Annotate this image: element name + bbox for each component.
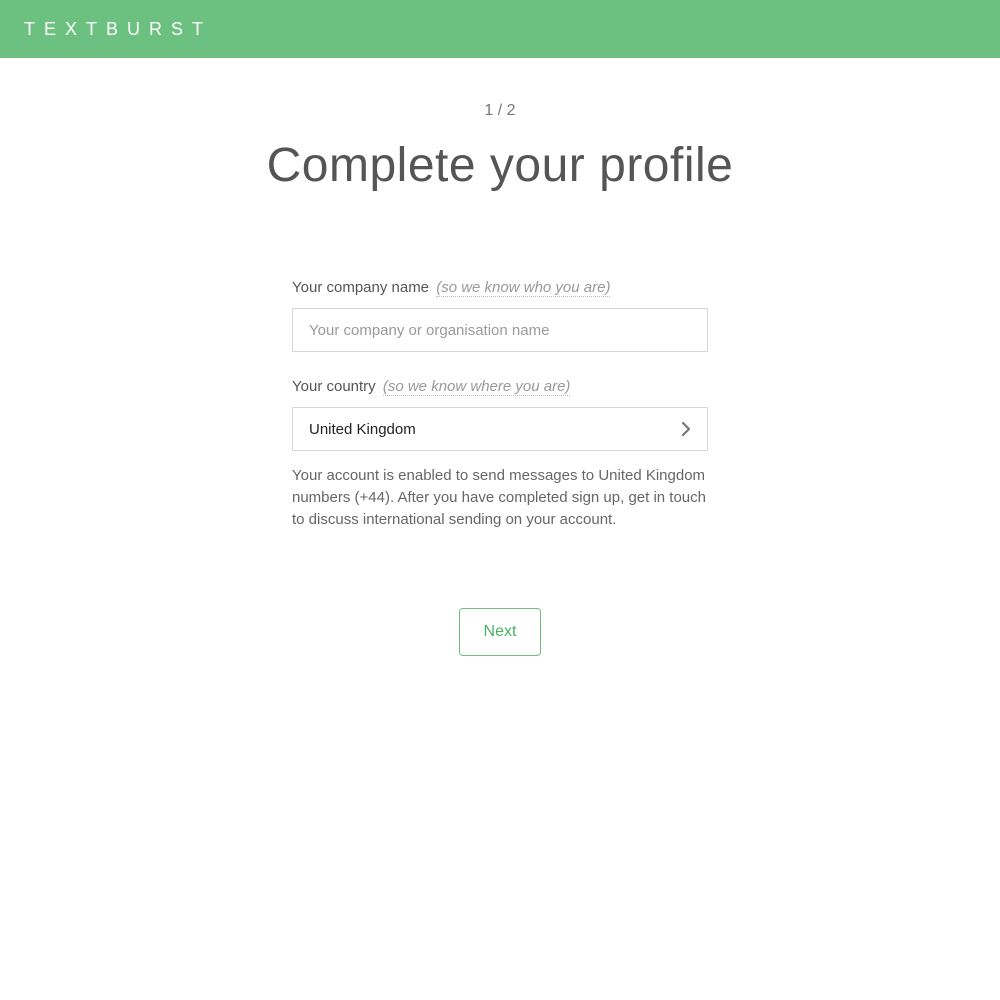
company-name-label: Your company name bbox=[292, 279, 429, 296]
country-label-row: Your country (so we know where you are) bbox=[292, 378, 708, 395]
next-button[interactable]: Next bbox=[459, 608, 542, 656]
profile-form: Your company name (so we know who you ar… bbox=[292, 279, 708, 656]
step-indicator: 1 / 2 bbox=[484, 102, 515, 120]
country-hint: (so we know where you are) bbox=[383, 378, 571, 396]
company-name-field-group: Your company name (so we know who you ar… bbox=[292, 279, 708, 352]
country-select[interactable]: United Kingdom bbox=[292, 407, 708, 451]
country-help-text: Your account is enabled to send messages… bbox=[292, 465, 708, 530]
country-field-group: Your country (so we know where you are) … bbox=[292, 378, 708, 530]
country-label: Your country bbox=[292, 378, 376, 395]
page-title: Complete your profile bbox=[267, 138, 734, 193]
company-name-label-row: Your company name (so we know who you ar… bbox=[292, 279, 708, 296]
company-name-input[interactable] bbox=[292, 308, 708, 352]
brand-logo: TEXTBURST bbox=[24, 19, 212, 40]
app-header: TEXTBURST bbox=[0, 0, 1000, 58]
main-content: 1 / 2 Complete your profile Your company… bbox=[0, 58, 1000, 656]
chevron-right-icon bbox=[681, 421, 691, 437]
form-actions: Next bbox=[292, 608, 708, 656]
company-name-hint: (so we know who you are) bbox=[436, 279, 610, 297]
country-select-value: United Kingdom bbox=[309, 421, 416, 438]
